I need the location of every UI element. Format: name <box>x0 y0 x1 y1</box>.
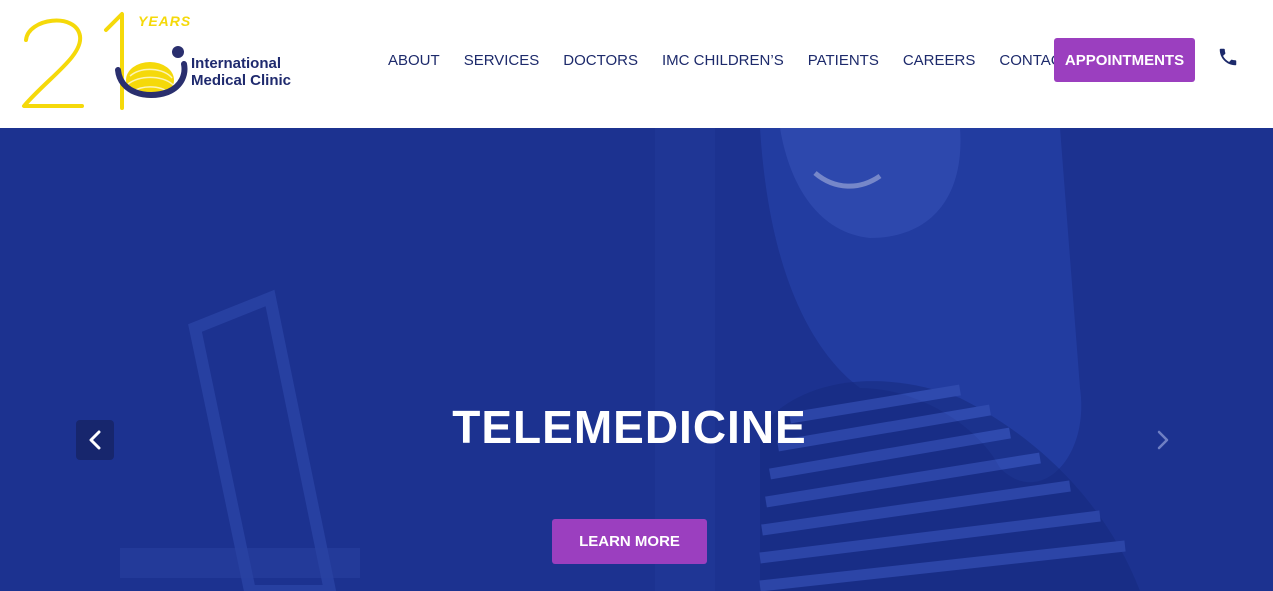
site-header: YEARS International Medical Clinic ABOUT… <box>0 0 1273 128</box>
chevron-left-icon <box>89 430 101 450</box>
nav-item-services[interactable]: SERVICES <box>464 52 540 69</box>
logo-clinic-name: International Medical Clinic <box>191 55 291 89</box>
nav-item-about[interactable]: ABOUT <box>388 52 440 69</box>
nav-item-careers[interactable]: CAREERS <box>903 52 976 69</box>
learn-more-button[interactable]: LEARN MORE <box>552 519 707 564</box>
slider-next-button[interactable] <box>1144 420 1182 460</box>
main-nav: ABOUT SERVICES DOCTORS IMC CHILDREN’S PA… <box>376 38 1107 82</box>
logo-name-line2: Medical Clinic <box>191 72 292 89</box>
nav-item-imc-childrens[interactable]: IMC CHILDREN’S <box>662 52 784 69</box>
slider-prev-button[interactable] <box>76 420 114 460</box>
phone-icon[interactable] <box>1217 46 1239 68</box>
logo-name-line1: International <box>191 55 282 72</box>
appointments-button[interactable]: APPOINTMENTS <box>1054 38 1195 82</box>
site-logo[interactable]: YEARS International Medical Clinic <box>18 8 308 114</box>
nav-item-patients[interactable]: PATIENTS <box>808 52 879 69</box>
nav-item-doctors[interactable]: DOCTORS <box>563 52 638 69</box>
logo-years-text: YEARS <box>138 13 192 29</box>
hero-title: TELEMEDICINE <box>452 401 807 453</box>
chevron-right-icon <box>1157 430 1169 450</box>
hero-slider: TELEMEDICINE LEARN MORE <box>0 128 1273 591</box>
